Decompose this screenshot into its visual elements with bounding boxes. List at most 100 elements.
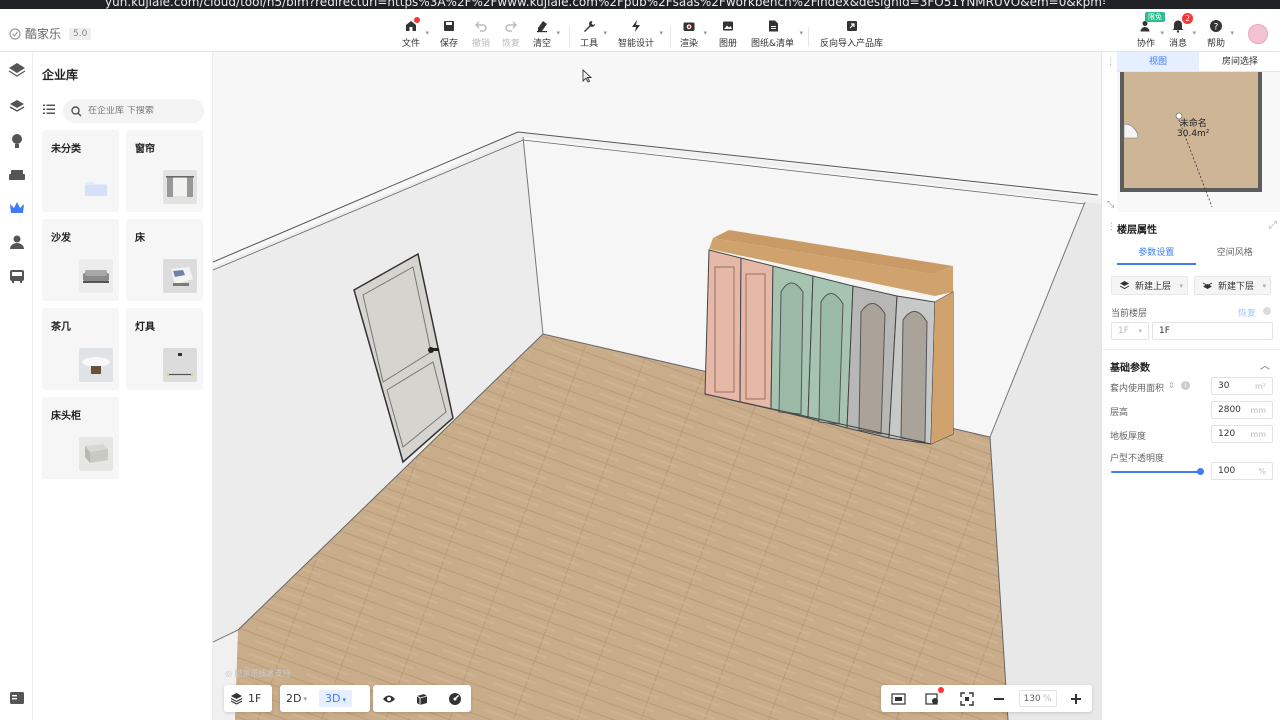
collaborate-button[interactable]: 限免 协作 ▾ xyxy=(1137,12,1165,49)
library-search[interactable] xyxy=(63,99,204,123)
drag-handle-icon[interactable]: ⋮ xyxy=(1106,57,1115,67)
tool-label: 协作 xyxy=(1137,39,1156,49)
chevron-down-icon: ▾ xyxy=(703,29,708,37)
category-card[interactable]: 沙发 xyxy=(42,219,119,301)
left-icon-rail xyxy=(0,52,33,720)
drawings-list-button[interactable]: 图纸&清单 ▾ xyxy=(751,19,803,49)
new-lower-floor-button[interactable]: 新建下层 ▾ xyxy=(1194,276,1271,295)
user-icon xyxy=(9,235,24,249)
help-button[interactable]: ? 帮助 ▾ xyxy=(1207,19,1234,49)
chevron-down-icon: ▾ xyxy=(659,29,664,37)
category-card[interactable]: 窗帘 xyxy=(126,130,203,212)
opacity-field[interactable]: 100 % xyxy=(1211,462,1273,480)
crown-icon xyxy=(9,201,24,213)
compass-button[interactable] xyxy=(442,685,468,712)
save-button[interactable]: 保存 xyxy=(440,19,458,49)
view-2d-button[interactable]: 2D ▾ xyxy=(280,685,313,712)
visibility-button[interactable] xyxy=(376,685,402,712)
param-label: 层高 xyxy=(1110,408,1129,418)
minimap[interactable]: 未命名 30.4m² xyxy=(1117,72,1280,212)
tab-view[interactable]: 视图 xyxy=(1117,52,1199,71)
floor-height-field[interactable]: 2800 mm xyxy=(1211,401,1273,419)
toolbar-divider xyxy=(808,27,809,47)
opacity-value: 100 xyxy=(1218,466,1236,476)
info-icon[interactable]: i xyxy=(1181,381,1190,390)
tools-button[interactable]: 工具 ▾ xyxy=(580,19,607,49)
camera-icon xyxy=(682,19,696,33)
messages-button[interactable]: 2 消息 ▾ xyxy=(1169,13,1196,49)
rail-item-store[interactable] xyxy=(7,266,26,285)
smart-design-button[interactable]: 智能设计 ▾ xyxy=(618,19,663,49)
undo-button[interactable]: 撤销 xyxy=(472,19,490,49)
fit-view-button[interactable] xyxy=(885,685,912,712)
rail-item-lighting[interactable] xyxy=(7,131,26,150)
app-logo[interactable]: 酷家乐 5.0 xyxy=(9,25,92,42)
floor-name-field[interactable]: 1F xyxy=(1152,322,1273,340)
tab-room-select[interactable]: 房间选择 xyxy=(1199,52,1280,71)
current-floor-label: 当前楼层 xyxy=(1111,309,1148,319)
category-card[interactable]: 未分类 xyxy=(42,130,119,212)
rail-item-enterprise-library[interactable] xyxy=(7,198,26,217)
settings-icon xyxy=(925,692,939,705)
category-card[interactable]: 灯具 xyxy=(126,308,203,390)
expand-icon[interactable]: ⤢ xyxy=(1269,220,1277,231)
rail-item-my-library[interactable] xyxy=(7,232,26,251)
rail-item-panel-toggle[interactable] xyxy=(7,688,26,707)
tab-parameters[interactable]: 参数设置 xyxy=(1117,245,1196,265)
bed-thumbnail xyxy=(163,259,197,293)
restore-link[interactable]: 恢复 xyxy=(1238,306,1256,319)
collapse-icon[interactable]: ︿ xyxy=(1260,357,1270,372)
bus-icon xyxy=(9,269,24,283)
tab-space-style[interactable]: 空间风格 xyxy=(1196,245,1275,265)
floor-thickness-field[interactable]: 120 mm xyxy=(1211,425,1273,443)
design-canvas[interactable]: ◎ 酷家乐技术支持 1F 2D ▾ 3D ▾ 130 % xyxy=(213,52,1101,720)
chevron-down-icon: ▾ xyxy=(556,29,561,37)
fullscreen-icon xyxy=(960,691,974,706)
new-upper-floor-button[interactable]: 新建上层 ▾ xyxy=(1111,276,1188,295)
reverse-import-button[interactable]: 反向导入产品库 xyxy=(820,19,883,49)
info-icon xyxy=(1263,307,1271,315)
redo-button[interactable]: 恢复 xyxy=(502,19,520,49)
category-card[interactable]: 茶几 xyxy=(42,308,119,390)
view-3d-button[interactable]: 3D ▾ xyxy=(313,685,358,712)
area-field[interactable]: 30 m² xyxy=(1211,377,1273,395)
zoom-controls: 130 % xyxy=(881,685,1092,712)
view-settings-button[interactable] xyxy=(919,685,946,712)
current-floor-select[interactable]: 1F ▾ xyxy=(1111,322,1149,340)
material-button[interactable] xyxy=(409,685,435,712)
fullscreen-button[interactable] xyxy=(954,685,980,712)
render-button[interactable]: 渲染 ▾ xyxy=(680,19,707,49)
zoom-input[interactable]: 130 % xyxy=(1018,690,1057,707)
room-3d-view[interactable] xyxy=(213,52,1101,720)
clear-button[interactable]: 清空 ▾ xyxy=(533,19,560,49)
floor-selector[interactable]: 1F xyxy=(224,685,272,712)
opacity-slider-track[interactable] xyxy=(1111,471,1200,473)
minus-icon xyxy=(994,697,1005,700)
zoom-out-button[interactable] xyxy=(987,685,1011,712)
lightning-icon xyxy=(629,19,643,33)
sort-icon[interactable]: ⇕ xyxy=(1168,381,1175,390)
sofa-icon xyxy=(8,169,25,180)
album-button[interactable]: 图册 xyxy=(719,19,737,49)
tool-label: 反向导入产品库 xyxy=(820,39,884,49)
rail-item-layers[interactable] xyxy=(7,96,26,115)
category-card[interactable]: 床 xyxy=(126,219,203,301)
rail-item-floorplan[interactable] xyxy=(7,60,26,79)
toolbar-divider xyxy=(569,27,570,47)
view-mode-toggle[interactable]: 2D ▾ 3D ▾ xyxy=(280,685,370,712)
search-input[interactable] xyxy=(88,106,198,116)
rail-item-furniture[interactable] xyxy=(7,165,26,184)
zoom-in-button[interactable] xyxy=(1064,685,1088,712)
chevron-down-icon: ▾ xyxy=(342,696,346,704)
file-button[interactable]: 文件 ▾ xyxy=(402,17,429,49)
logo-text: 酷家乐 xyxy=(25,27,62,41)
avatar[interactable] xyxy=(1248,24,1268,44)
browser-url[interactable]: yun.kujiale.com/cloud/tool/h5/bim?redire… xyxy=(105,0,1105,9)
category-card[interactable]: 床头柜 xyxy=(42,397,119,479)
list-view-icon[interactable] xyxy=(43,104,55,118)
floor-layers-button[interactable]: 1F xyxy=(224,685,267,712)
drag-handle-icon[interactable]: ⋮ xyxy=(1107,222,1116,232)
zoom-value: 130 xyxy=(1023,693,1041,704)
resize-handle-icon[interactable]: ⤡ xyxy=(1107,200,1114,210)
opacity-slider-thumb[interactable] xyxy=(1197,468,1204,475)
